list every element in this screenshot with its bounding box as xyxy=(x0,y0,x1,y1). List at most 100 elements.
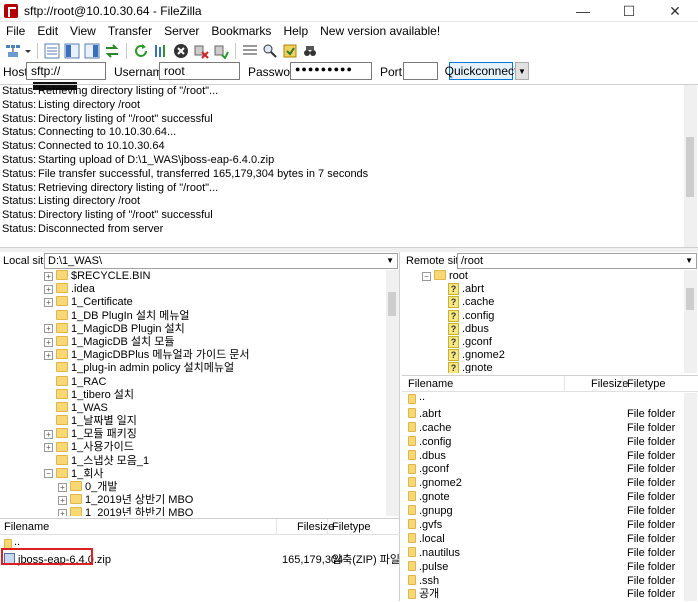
expand-icon[interactable]: + xyxy=(44,324,53,334)
expand-icon[interactable]: + xyxy=(44,297,53,307)
expand-icon[interactable]: + xyxy=(44,350,53,360)
log-scrollbar-thumb[interactable] xyxy=(686,137,694,197)
column-separator[interactable] xyxy=(327,519,328,535)
menu-file[interactable]: File xyxy=(0,24,31,38)
column-filename[interactable]: Filename xyxy=(408,378,453,390)
remote-file-list[interactable]: Filename Filesize Filetype .. .abrt File f… xyxy=(402,375,698,601)
tree-item[interactable]: +1_MagicDB 설치 모듈 xyxy=(0,336,386,349)
message-log[interactable]: Status: Retrieving directory listing of "… xyxy=(0,84,698,248)
column-separator[interactable] xyxy=(276,519,277,535)
menu-edit[interactable]: Edit xyxy=(31,24,64,38)
expand-icon[interactable]: + xyxy=(58,495,67,505)
list-item[interactable]: .. xyxy=(402,391,684,408)
expand-icon[interactable]: + xyxy=(44,429,53,439)
site-manager-icon[interactable] xyxy=(4,42,22,60)
tree-item[interactable]: + .idea xyxy=(0,283,386,296)
tree-item[interactable]: ? .config xyxy=(402,310,683,323)
list-item[interactable]: .abrt File folder xyxy=(402,408,684,422)
list-item[interactable]: .gnupg File folder xyxy=(402,505,684,519)
password-input[interactable]: ●●●●●●●●● xyxy=(290,62,372,80)
tree-item[interactable]: 1_DB PlugIn 설치 메뉴얼 xyxy=(0,310,386,323)
close-button[interactable]: ✕ xyxy=(652,0,698,22)
remote-site-input[interactable]: /root ▼ xyxy=(457,253,697,269)
port-input[interactable] xyxy=(403,62,438,80)
local-site-input[interactable]: D:\1_WAS\ ▼ xyxy=(44,253,398,269)
tree-item[interactable]: +1_모듈 패키징 xyxy=(0,428,386,441)
sync-browsing-icon[interactable] xyxy=(281,42,299,60)
tree-item[interactable]: ? .gconf xyxy=(402,336,683,349)
tree-item[interactable]: +1_Certificate xyxy=(0,296,386,309)
collapse-icon[interactable]: − xyxy=(44,469,53,479)
menu-new-version[interactable]: New version available! xyxy=(314,24,446,38)
find-files-icon[interactable] xyxy=(301,42,319,60)
column-filetype[interactable]: Filetype xyxy=(627,378,666,390)
site-manager-dropdown-icon[interactable] xyxy=(24,42,32,60)
tree-item[interactable]: 1_tibero 설치 xyxy=(0,389,386,402)
toggle-remote-tree-icon[interactable] xyxy=(83,42,101,60)
chevron-down-icon[interactable]: ▼ xyxy=(685,254,693,268)
list-item[interactable]: .ssh File folder xyxy=(402,575,684,589)
tree-item[interactable]: +1_사용가이드 xyxy=(0,441,386,454)
expand-icon[interactable]: + xyxy=(58,508,67,516)
list-item[interactable]: .gnote File folder xyxy=(402,491,684,505)
list-item[interactable]: .gvfs File folder xyxy=(402,519,684,533)
expand-icon[interactable]: + xyxy=(44,271,53,281)
expand-icon[interactable]: + xyxy=(44,443,53,453)
maximize-button[interactable]: ☐ xyxy=(606,0,652,22)
menu-bookmarks[interactable]: Bookmarks xyxy=(205,24,277,38)
list-item[interactable]: .gnome2 File folder xyxy=(402,477,684,491)
column-filesize[interactable]: Filesize xyxy=(297,521,334,533)
collapse-icon[interactable]: − xyxy=(422,271,431,281)
tree-item[interactable]: 1_날짜별 일지 xyxy=(0,415,386,428)
tree-item[interactable]: +1_2019년 하반기 MBO xyxy=(0,507,386,516)
tree-item-root[interactable]: − root xyxy=(402,270,683,283)
toggle-local-tree-icon[interactable] xyxy=(63,42,81,60)
local-tree-scrollbar-thumb[interactable] xyxy=(388,292,396,316)
refresh-icon[interactable] xyxy=(132,42,150,60)
tree-item[interactable]: 1_plug-in admin policy 설치메뉴얼 xyxy=(0,362,386,375)
tree-item[interactable]: +1_MagicDB Plugin 설치 xyxy=(0,323,386,336)
tree-item[interactable]: 1_스냅샷 모음_1 xyxy=(0,455,386,468)
host-input[interactable]: sftp:// xyxy=(26,62,106,90)
tree-item[interactable]: +1_MagicDBPlus 메뉴얼과 가이드 문서 xyxy=(0,349,386,362)
disconnect-icon[interactable] xyxy=(192,42,210,60)
toggle-transfer-queue-icon[interactable] xyxy=(103,42,121,60)
list-item[interactable]: .config File folder xyxy=(402,436,684,450)
list-item[interactable]: .pulse File folder xyxy=(402,561,684,575)
list-item[interactable]: 공개 File folder xyxy=(402,588,684,602)
tree-item[interactable]: 1_WAS xyxy=(0,402,386,415)
list-item[interactable]: .local File folder xyxy=(402,533,684,547)
tree-item[interactable]: ? .cache xyxy=(402,296,683,309)
local-tree-scrollbar[interactable] xyxy=(386,270,399,516)
tree-item[interactable]: 1_RAC xyxy=(0,376,386,389)
tree-item[interactable]: +0_개발 xyxy=(0,481,386,494)
tree-item[interactable]: +1_2019년 상반기 MBO xyxy=(0,494,386,507)
chevron-down-icon[interactable]: ▼ xyxy=(386,254,394,268)
list-item[interactable]: .dbus File folder xyxy=(402,450,684,464)
menu-help[interactable]: Help xyxy=(277,24,314,38)
search-files-icon[interactable] xyxy=(261,42,279,60)
log-scrollbar[interactable] xyxy=(684,85,697,247)
minimize-button[interactable]: — xyxy=(560,0,606,22)
remote-tree-scrollbar[interactable] xyxy=(684,270,697,373)
menu-transfer[interactable]: Transfer xyxy=(102,24,158,38)
menu-server[interactable]: Server xyxy=(158,24,205,38)
tree-item[interactable]: ? .gnome2 xyxy=(402,349,683,362)
tree-item[interactable]: ? .abrt xyxy=(402,283,683,296)
tree-item[interactable]: + $RECYCLE.BIN xyxy=(0,270,386,283)
quickconnect-button[interactable]: Quickconnect xyxy=(445,62,517,80)
column-filetype[interactable]: Filetype xyxy=(332,521,371,533)
tree-item[interactable]: ? .gnote xyxy=(402,362,683,373)
expand-icon[interactable]: + xyxy=(44,284,53,294)
column-separator[interactable] xyxy=(564,376,565,392)
toggle-message-log-icon[interactable] xyxy=(43,42,61,60)
menu-view[interactable]: View xyxy=(64,24,102,38)
tree-item[interactable]: ? .dbus xyxy=(402,323,683,336)
process-queue-icon[interactable] xyxy=(152,42,170,60)
expand-icon[interactable]: + xyxy=(58,482,67,492)
tree-item[interactable]: − 1_회사 xyxy=(0,468,386,481)
remote-file-scrollbar[interactable] xyxy=(684,393,697,601)
username-input[interactable]: root xyxy=(159,62,240,80)
quickconnect-dropdown-button[interactable]: ▼ xyxy=(515,62,529,80)
cancel-operation-icon[interactable] xyxy=(172,42,190,60)
